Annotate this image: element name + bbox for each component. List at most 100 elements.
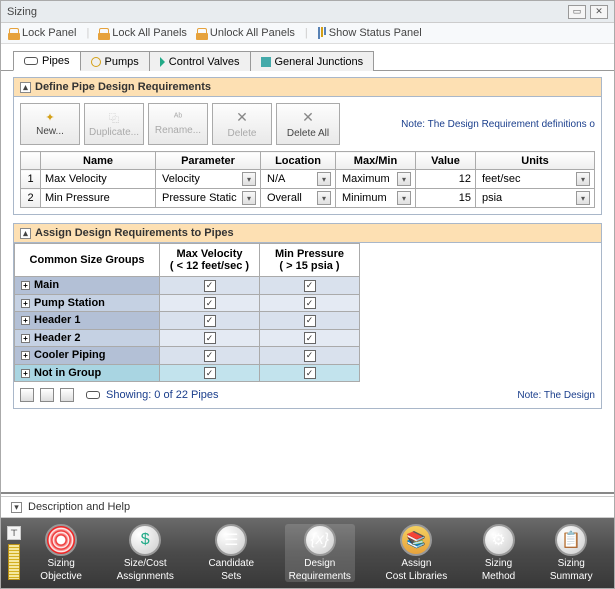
- nav-size-cost[interactable]: $Size/CostAssignments: [113, 524, 178, 582]
- maxmin-cell[interactable]: Minimum▾: [336, 189, 416, 208]
- content-area: ▴ Define Pipe Design Requirements ✦New..…: [1, 77, 614, 490]
- bottom-nav: ⊤ SizingObjective $Size/CostAssignments …: [1, 518, 614, 588]
- location-cell[interactable]: N/A▾: [261, 170, 336, 189]
- chevron-down-icon[interactable]: ▾: [397, 172, 411, 186]
- chevron-down-icon[interactable]: ▾: [576, 191, 590, 205]
- group-row: +Header 1✓✓: [15, 312, 360, 330]
- name-cell[interactable]: Max Velocity: [41, 170, 156, 189]
- tab-pumps[interactable]: Pumps: [80, 51, 150, 71]
- expand-icon[interactable]: +: [21, 334, 30, 343]
- note-text: Note: The Design Requirement definitions…: [401, 119, 595, 130]
- duplicate-button[interactable]: ⿻Duplicate...: [84, 103, 144, 145]
- filter-row: Showing: 0 of 22 Pipes Note: The Design: [14, 382, 601, 408]
- minimize-button[interactable]: ▭: [568, 5, 586, 19]
- chevron-down-icon[interactable]: ▾: [317, 172, 331, 186]
- unlock-all-button[interactable]: Unlock All Panels: [197, 27, 295, 39]
- checkbox[interactable]: ✓: [304, 367, 316, 379]
- tab-pipes[interactable]: Pipes: [13, 51, 81, 71]
- rename-button[interactable]: ᴬᵇRename...: [148, 103, 208, 145]
- titlebar: Sizing ▭ ✕: [1, 1, 614, 23]
- checkbox[interactable]: ✓: [304, 315, 316, 327]
- table-row[interactable]: 1 Max Velocity Velocity▾ N/A▾ Maximum▾ 1…: [21, 170, 595, 189]
- new-button[interactable]: ✦New...: [20, 103, 80, 145]
- checkbox[interactable]: ✓: [204, 280, 216, 292]
- expand-icon[interactable]: +: [21, 369, 30, 378]
- checkbox[interactable]: ✓: [204, 332, 216, 344]
- target-icon: [45, 524, 77, 556]
- chevron-down-icon[interactable]: ▾: [317, 191, 331, 205]
- clipboard-icon: 📋: [555, 524, 587, 556]
- checkbox[interactable]: ✓: [304, 332, 316, 344]
- group-row: +Pump Station✓✓: [15, 294, 360, 312]
- close-button[interactable]: ✕: [590, 5, 608, 19]
- checkbox[interactable]: ✓: [304, 280, 316, 292]
- section-header: ▴ Assign Design Requirements to Pipes: [14, 224, 601, 243]
- name-cell[interactable]: Min Pressure: [41, 189, 156, 208]
- value-cell[interactable]: 15: [416, 189, 476, 208]
- show-status-button[interactable]: Show Status Panel: [318, 27, 422, 39]
- nav-candidate-sets[interactable]: ☰CandidateSets: [204, 524, 258, 582]
- tab-control-valves[interactable]: Control Valves: [149, 51, 251, 71]
- group-row: +Header 2✓✓: [15, 329, 360, 347]
- units-cell[interactable]: psia▾: [476, 189, 595, 208]
- ruler-icon: [8, 544, 20, 580]
- col-max-velocity: Max Velocity( < 12 feet/sec ): [160, 244, 260, 277]
- expand-icon[interactable]: +: [21, 351, 30, 360]
- showing-text: Showing: 0 of 22 Pipes: [106, 389, 219, 401]
- list-icon: ☰: [215, 524, 247, 556]
- expand-icon[interactable]: +: [21, 281, 30, 290]
- expand-icon[interactable]: +: [21, 299, 30, 308]
- group-row: +Main✓✓: [15, 277, 360, 295]
- col-groups: Common Size Groups: [15, 244, 160, 277]
- ruler-dollar-icon: $: [129, 524, 161, 556]
- param-cell[interactable]: Velocity▾: [156, 170, 261, 189]
- filter-icon-2[interactable]: [40, 388, 54, 402]
- new-icon: ✦: [45, 111, 54, 124]
- filter-icon-3[interactable]: [60, 388, 74, 402]
- location-cell[interactable]: Overall▾: [261, 189, 336, 208]
- checkbox[interactable]: ✓: [304, 350, 316, 362]
- value-cell[interactable]: 12: [416, 170, 476, 189]
- nav-sizing-method[interactable]: ⚙SizingMethod: [478, 524, 519, 582]
- books-icon: 📚: [400, 524, 432, 556]
- expand-icon[interactable]: ▾: [11, 502, 22, 513]
- delete-button[interactable]: ✕Delete: [212, 103, 272, 145]
- param-cell[interactable]: Pressure Static▾: [156, 189, 261, 208]
- chevron-down-icon[interactable]: ▾: [576, 172, 590, 186]
- checkbox[interactable]: ✓: [204, 315, 216, 327]
- note-text-2: Note: The Design: [517, 390, 595, 401]
- maxmin-cell[interactable]: Maximum▾: [336, 170, 416, 189]
- checkbox[interactable]: ✓: [304, 297, 316, 309]
- filter-icon-1[interactable]: [20, 388, 34, 402]
- flowchart-icon: ⚙: [483, 524, 515, 556]
- requirements-grid: Name Parameter Location Max/Min Value Un…: [20, 151, 595, 208]
- chevron-down-icon[interactable]: ▾: [397, 191, 411, 205]
- pipe-icon: [24, 57, 38, 65]
- collapse-icon[interactable]: ▴: [20, 82, 31, 93]
- delete-all-button[interactable]: ✕Delete All: [276, 103, 340, 145]
- lock-panel-button[interactable]: Lock Panel: [9, 27, 76, 39]
- assign-grid: Common Size Groups Max Velocity( < 12 fe…: [14, 243, 360, 382]
- checkbox[interactable]: ✓: [204, 297, 216, 309]
- lock-icon: [99, 28, 109, 38]
- nav-sizing-objective[interactable]: SizingObjective: [36, 524, 86, 582]
- lock-all-button[interactable]: Lock All Panels: [99, 27, 187, 39]
- delete-icon: ✕: [236, 109, 248, 126]
- define-requirements-section: ▴ Define Pipe Design Requirements ✦New..…: [13, 77, 602, 215]
- nav-assign-cost[interactable]: 📚AssignCost Libraries: [382, 524, 452, 582]
- checkbox[interactable]: ✓: [204, 350, 216, 362]
- rename-icon: ᴬᵇ: [174, 112, 182, 123]
- tab-general-junctions[interactable]: General Junctions: [250, 51, 375, 71]
- valve-icon: [160, 57, 165, 67]
- chevron-down-icon[interactable]: ▾: [242, 172, 256, 186]
- units-cell[interactable]: feet/sec▾: [476, 170, 595, 189]
- table-row[interactable]: 2 Min Pressure Pressure Static▾ Overall▾…: [21, 189, 595, 208]
- nav-design-requirements[interactable]: {x}DesignRequirements: [285, 524, 355, 582]
- nav-side-button[interactable]: ⊤: [7, 526, 21, 540]
- checkbox[interactable]: ✓: [204, 367, 216, 379]
- nav-sizing-summary[interactable]: 📋SizingSummary: [546, 524, 597, 582]
- collapse-icon[interactable]: ▴: [20, 228, 31, 239]
- expand-icon[interactable]: +: [21, 316, 30, 325]
- delete-all-icon: ✕: [302, 109, 314, 126]
- chevron-down-icon[interactable]: ▾: [242, 191, 256, 205]
